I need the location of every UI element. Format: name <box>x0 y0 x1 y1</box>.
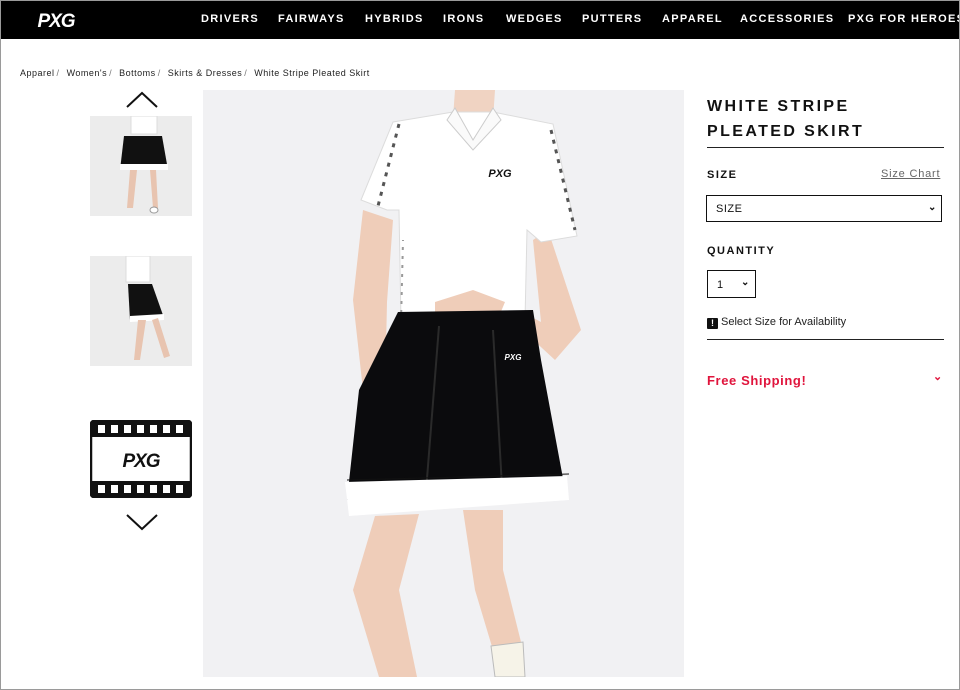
alert-icon: ! <box>707 318 718 329</box>
nav-link-drivers[interactable]: DRIVERS <box>201 13 259 25</box>
nav-link-fairways[interactable]: FAIRWAYS <box>278 13 345 25</box>
size-select-value: SIZE <box>716 203 743 215</box>
top-navigation: PXG DRIVERS FAIRWAYS HYBRIDS IRONS WEDGE… <box>0 0 960 39</box>
availability-divider <box>707 339 944 340</box>
breadcrumb-current-product: White Stripe Pleated Skirt <box>254 68 370 78</box>
chevron-down-icon[interactable]: ⌄ <box>933 370 942 383</box>
breadcrumb-womens[interactable]: Women's <box>67 68 108 78</box>
nav-link-hybrids[interactable]: HYBRIDS <box>365 13 424 25</box>
size-label: SIZE <box>707 169 738 181</box>
nav-link-putters[interactable]: PUTTERS <box>582 13 642 25</box>
nav-link-wedges[interactable]: WEDGES <box>506 13 563 25</box>
thumbnail-side-view[interactable] <box>90 256 192 366</box>
product-model-illustration: PXG PXG <box>203 90 684 677</box>
shirt-logo: PXG <box>488 168 512 180</box>
main-product-image[interactable]: PXG PXG <box>203 90 684 677</box>
product-title-line-1: WHITE STRIPE <box>707 98 850 115</box>
pxg-logo[interactable]: PXG <box>28 7 84 33</box>
thumbnail-side-image <box>90 256 192 366</box>
nav-link-pxg-for-heroes[interactable]: PXG FOR HEROES <box>848 13 960 25</box>
quantity-select-value: 1 <box>717 279 724 291</box>
pxg-logo-text: PXG <box>37 11 75 32</box>
quantity-select[interactable]: 1 ⌄ <box>707 270 756 298</box>
breadcrumb: Apparel / Women's / Bottoms / Skirts & Dres… <box>20 68 370 78</box>
quantity-label: QUANTITY <box>707 245 776 257</box>
product-title: WHITE STRIPE PLEATED SKIRT <box>707 94 943 144</box>
size-select[interactable]: SIZE ⌄ <box>706 195 942 222</box>
thumbnail-front-image <box>90 116 192 216</box>
availability-message: ! Select Size for Availability <box>707 316 846 329</box>
skirt-logo: PXG <box>505 353 522 362</box>
video-thumbnail[interactable]: PXG <box>90 420 192 498</box>
size-chart-link[interactable]: Size Chart <box>881 168 940 180</box>
breadcrumb-separator: / <box>157 68 161 78</box>
availability-text: Select Size for Availability <box>721 316 847 328</box>
chevron-down-icon: ⌄ <box>928 202 937 213</box>
nav-link-irons[interactable]: IRONS <box>443 13 484 25</box>
breadcrumb-skirts-dresses[interactable]: Skirts & Dresses <box>168 68 243 78</box>
nav-link-apparel[interactable]: APPAREL <box>662 13 723 25</box>
thumbnail-front-view[interactable] <box>90 116 192 216</box>
product-title-line-2: PLEATED SKIRT <box>707 123 865 140</box>
breadcrumb-bottoms[interactable]: Bottoms <box>119 68 156 78</box>
chevron-down-icon: ⌄ <box>741 277 750 288</box>
video-thumbnail-logo: PXG <box>122 451 160 472</box>
title-divider <box>707 147 944 148</box>
breadcrumb-separator: / <box>109 68 113 78</box>
breadcrumb-separator: / <box>56 68 60 78</box>
nav-link-accessories[interactable]: ACCESSORIES <box>740 13 834 25</box>
chevron-up-icon[interactable] <box>124 90 160 110</box>
breadcrumb-apparel[interactable]: Apparel <box>20 68 55 78</box>
chevron-down-icon[interactable] <box>124 512 160 532</box>
breadcrumb-separator: / <box>244 68 248 78</box>
free-shipping-toggle[interactable]: Free Shipping! <box>707 373 806 388</box>
